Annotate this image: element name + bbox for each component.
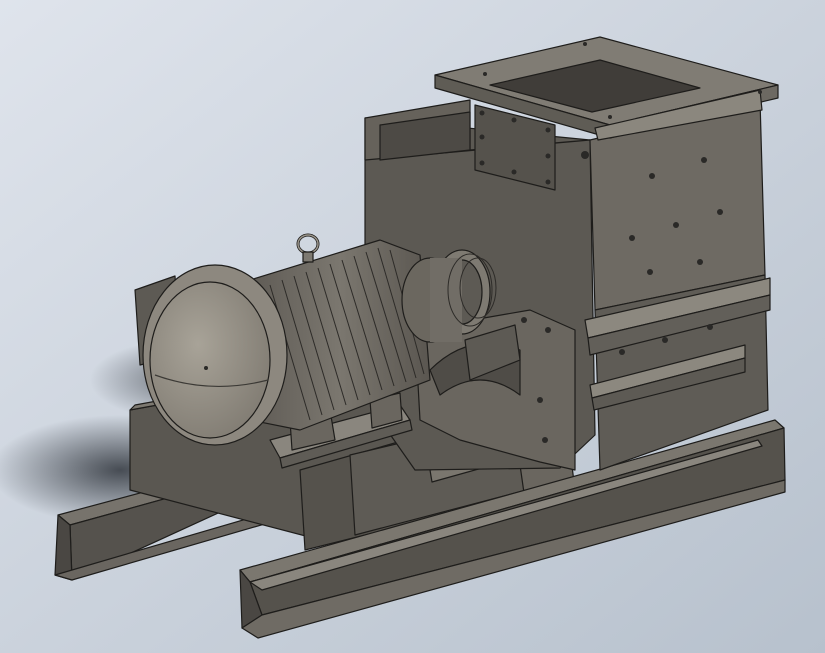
- cad-viewport: [0, 0, 825, 653]
- cad-model-render: [0, 0, 825, 653]
- motor-fan-cover: [142, 264, 288, 446]
